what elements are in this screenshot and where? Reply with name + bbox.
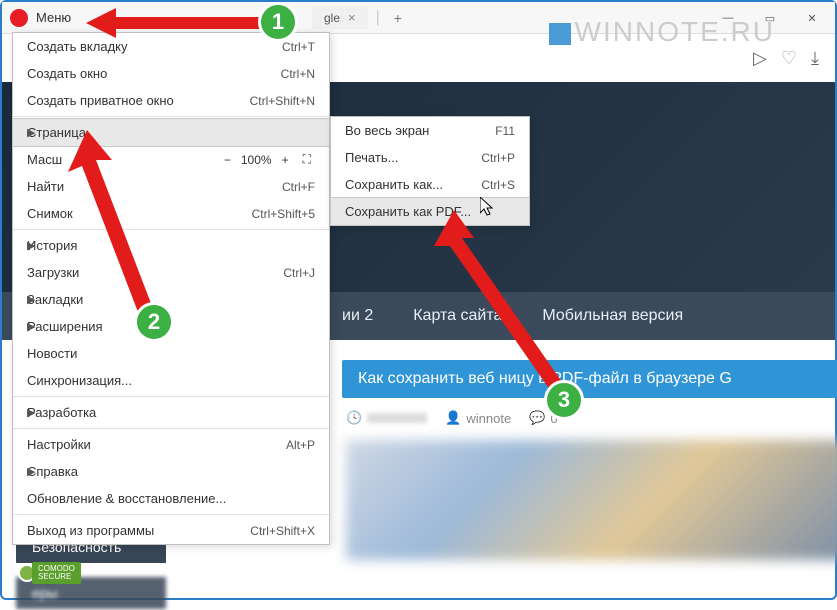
submenu-print[interactable]: Печать...Ctrl+P: [331, 144, 529, 171]
article-title: Как сохранить веб ницу в PDF-файл в брау…: [342, 360, 837, 398]
chevron-right-icon: ▶: [27, 126, 35, 139]
meta-date: 🕓: [346, 410, 427, 426]
menu-sync[interactable]: Синхронизация...: [13, 367, 329, 394]
zoom-value: 100%: [241, 153, 272, 167]
menu-dev[interactable]: Разработка▶: [13, 399, 329, 426]
menu-button[interactable]: Меню: [36, 10, 71, 25]
article-meta: 🕓 👤winnote 💬0: [346, 410, 835, 426]
comodo-secure-badge: COMODOSECURE: [18, 562, 81, 584]
chevron-right-icon: ▶: [27, 239, 35, 252]
annotation-step-3: 3: [544, 380, 584, 420]
article-image: [346, 440, 837, 560]
menu-new-window[interactable]: Создать окноCtrl+N: [13, 60, 329, 87]
comment-icon: 💬: [529, 410, 545, 426]
annotation-arrow-2: [62, 130, 172, 320]
browser-tab[interactable]: gle ×: [312, 6, 368, 29]
meta-author: 👤winnote: [445, 410, 511, 426]
annotation-step-1: 1: [258, 2, 298, 42]
submenu-fullscreen[interactable]: Во весь экранF11: [331, 117, 529, 144]
menu-separator: [13, 116, 329, 117]
menu-help[interactable]: Справка▶: [13, 458, 329, 485]
window-minimize-button[interactable]: —: [707, 4, 749, 32]
chevron-right-icon: ▶: [27, 293, 35, 306]
submenu-save-as[interactable]: Сохранить как...Ctrl+S: [331, 171, 529, 198]
user-icon: 👤: [445, 410, 461, 426]
menu-separator: [13, 428, 329, 429]
zoom-in-button[interactable]: +: [278, 153, 293, 167]
chevron-right-icon: ▶: [27, 406, 35, 419]
tab-title: gle: [324, 11, 340, 25]
chevron-right-icon: ▶: [27, 320, 35, 333]
new-tab-button[interactable]: +: [388, 10, 408, 26]
annotation-arrow-1: [86, 8, 266, 38]
clock-icon: 🕓: [346, 410, 362, 426]
tab-close-icon[interactable]: ×: [348, 10, 356, 25]
window-maximize-button[interactable]: ▭: [749, 4, 791, 32]
zoom-out-button[interactable]: −: [220, 153, 235, 167]
annotation-arrow-3: [434, 210, 574, 400]
menu-update[interactable]: Обновление & восстановление...: [13, 485, 329, 512]
menu-separator: [13, 514, 329, 515]
chevron-right-icon: ▶: [27, 465, 35, 478]
annotation-step-2: 2: [134, 302, 174, 342]
opera-logo-icon: [10, 9, 28, 27]
menu-news[interactable]: Новости: [13, 340, 329, 367]
window-close-button[interactable]: ✕: [791, 4, 833, 32]
send-icon[interactable]: ▷: [753, 48, 767, 69]
menu-separator: [13, 396, 329, 397]
tab-divider: |: [376, 9, 380, 27]
menu-exit[interactable]: Выход из программыCtrl+Shift+X: [13, 517, 329, 544]
fullscreen-icon[interactable]: ⛶: [299, 152, 315, 167]
menu-settings[interactable]: НастройкиAlt+P: [13, 431, 329, 458]
windows-icon: [549, 23, 571, 45]
menu-new-private[interactable]: Создать приватное окноCtrl+Shift+N: [13, 87, 329, 114]
mouse-cursor-icon: [480, 197, 496, 222]
download-icon[interactable]: ⤓: [811, 48, 819, 69]
nav-link[interactable]: ии 2: [342, 307, 373, 325]
heart-icon[interactable]: ♡: [781, 48, 797, 69]
